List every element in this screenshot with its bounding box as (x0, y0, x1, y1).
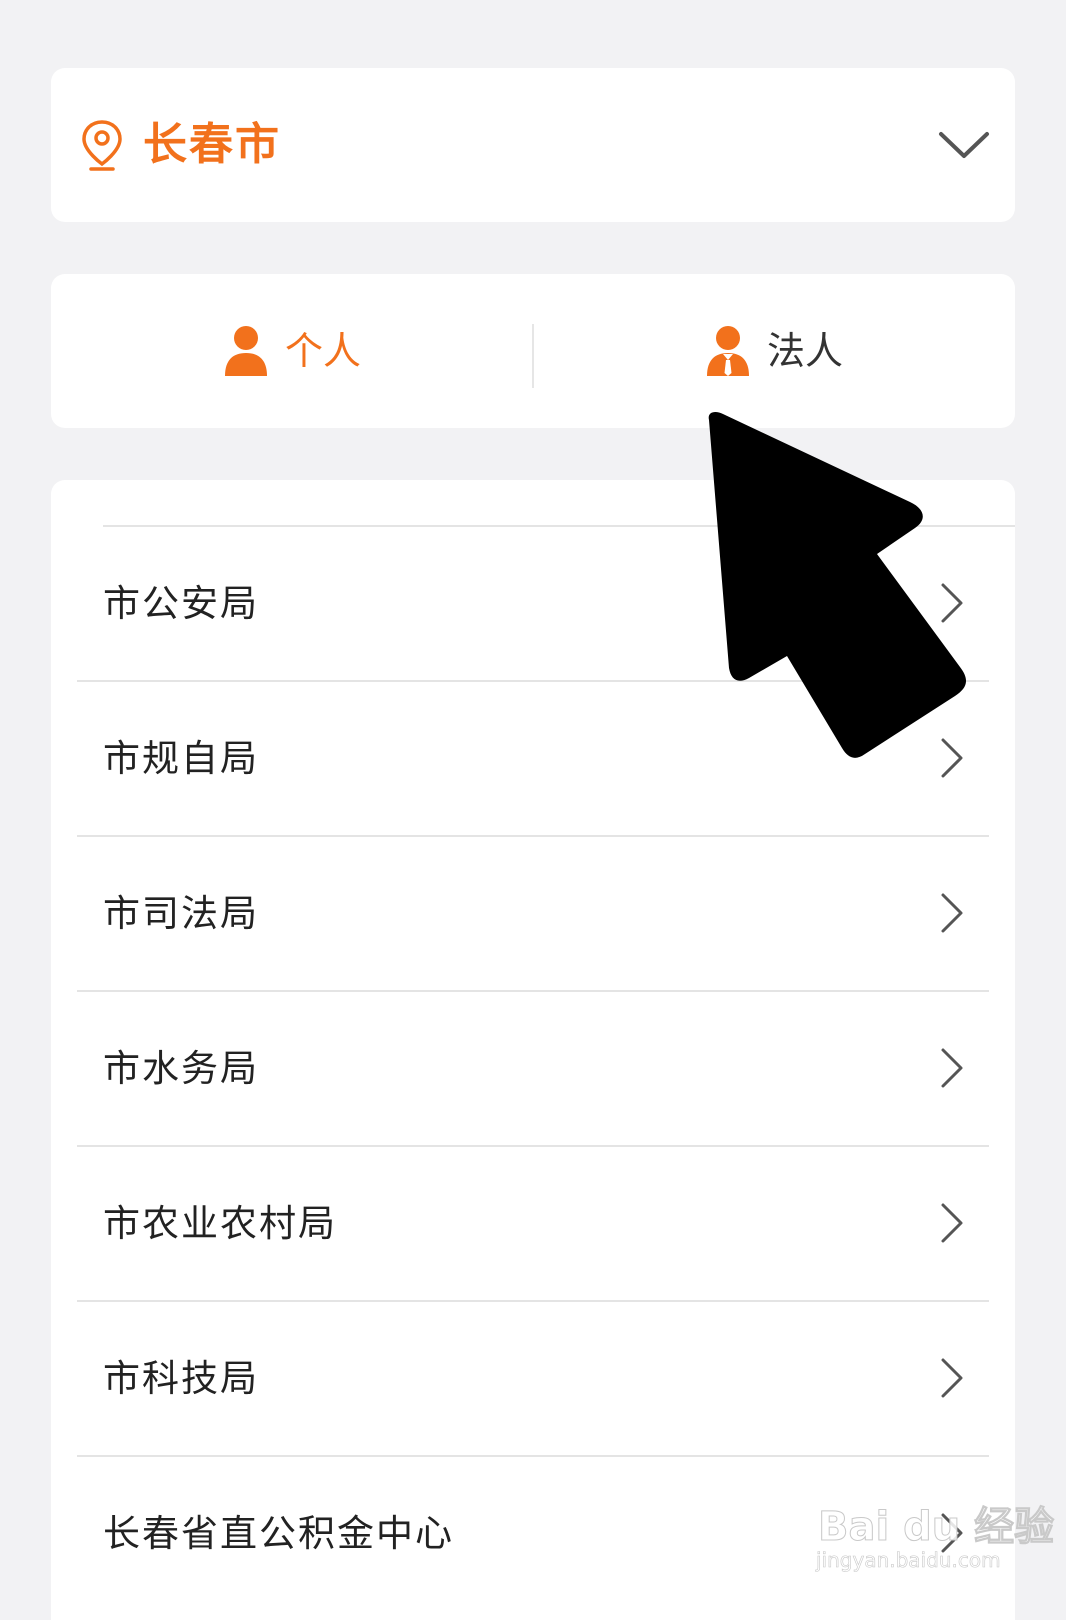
chevron-right-icon (941, 1203, 963, 1243)
tab-personal-label: 个人 (284, 329, 361, 373)
watermark-url: jingyan.baidu.com (816, 1548, 1001, 1573)
chevron-down-icon[interactable] (937, 126, 991, 162)
user-type-tabs: 个人 法人 (51, 274, 1015, 428)
list-item-label: 长春省直公积金中心 (103, 1512, 454, 1555)
list-item-label: 市规自局 (103, 737, 259, 780)
list-item-label: 市水务局 (103, 1047, 259, 1090)
list-item-label: 市司法局 (103, 892, 259, 935)
business-person-icon (706, 326, 749, 376)
city-selector[interactable]: 长春市 (51, 68, 1015, 222)
list-item[interactable]: 市司法局 (77, 837, 989, 992)
watermark: Bai du 经验 jingyan.baidu.com (808, 1486, 1055, 1586)
list-item[interactable]: 市科技局 (77, 1302, 989, 1457)
watermark-logo: Bai du 经验 (817, 1504, 1055, 1551)
list-item-label: 市公安局 (103, 582, 259, 625)
tab-legal-label: 法人 (766, 329, 843, 373)
location-pin-icon (82, 120, 122, 171)
annotation-arrow-icon (708, 412, 967, 758)
person-icon (224, 326, 267, 376)
chevron-right-icon (941, 1358, 963, 1398)
chevron-right-icon (941, 893, 963, 933)
list-item-label: 市农业农村局 (103, 1202, 337, 1245)
list-item[interactable]: 市农业农村局 (77, 1147, 989, 1302)
list-item[interactable]: 市水务局 (77, 992, 989, 1147)
chevron-right-icon (941, 1048, 963, 1088)
tab-personal[interactable]: 个人 (51, 274, 533, 428)
list-item-label: 市科技局 (103, 1357, 259, 1400)
city-name: 长春市 (143, 119, 281, 170)
tab-legal[interactable]: 法人 (533, 274, 1015, 428)
